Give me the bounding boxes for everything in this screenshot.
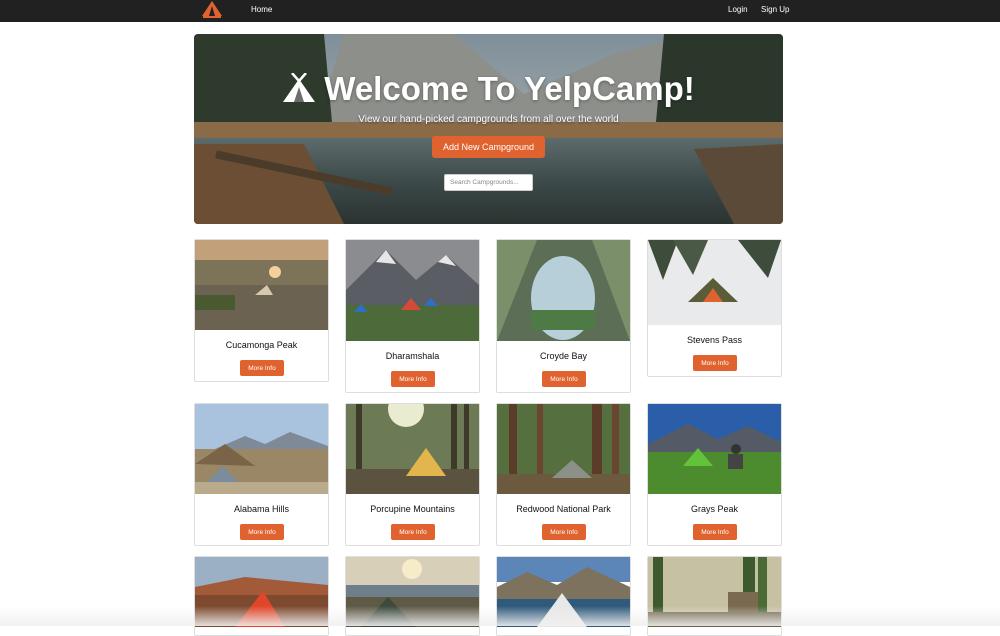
campground-name: Cucamonga Peak — [225, 340, 298, 350]
add-campground-button[interactable]: Add New Campground — [432, 136, 545, 158]
campground-card: Alabama Hills More Info — [194, 403, 329, 546]
campground-card: Cucamonga Peak More Info — [194, 239, 329, 382]
campground-name: Porcupine Mountains — [370, 504, 455, 514]
campground-image — [497, 404, 630, 494]
nav-home-link[interactable]: Home — [251, 5, 272, 14]
campground-card: Porcupine Mountains More Info — [345, 403, 480, 546]
campground-name: Redwood National Park — [516, 504, 611, 514]
hero-banner: Welcome To YelpCamp! View our hand-picke… — [194, 34, 783, 224]
campground-name: Stevens Pass — [686, 335, 743, 345]
more-info-button[interactable]: More Info — [391, 524, 435, 540]
more-info-button[interactable]: More Info — [240, 524, 284, 540]
more-info-button[interactable]: More Info — [542, 524, 586, 540]
campground-image — [195, 404, 328, 494]
campground-card: Croyde Bay More Info — [496, 239, 631, 393]
campground-image — [346, 404, 479, 494]
more-info-button[interactable]: More Info — [542, 371, 586, 387]
hero-background-image — [194, 34, 783, 224]
more-info-button[interactable]: More Info — [693, 355, 737, 371]
campground-name: Alabama Hills — [233, 504, 290, 514]
search-input[interactable] — [444, 174, 533, 191]
bottom-fade — [0, 606, 1000, 626]
hero-title: Welcome To YelpCamp! — [194, 70, 783, 111]
navbar: Home Login Sign Up — [0, 0, 1000, 22]
campground-card: Stevens Pass More Info — [647, 239, 782, 377]
more-info-button[interactable]: More Info — [240, 360, 284, 376]
more-info-button[interactable]: More Info — [693, 524, 737, 540]
tent-logo-icon[interactable] — [200, 0, 224, 20]
tent-icon — [282, 72, 316, 111]
nav-login-link[interactable]: Login — [728, 5, 748, 14]
campground-name: Croyde Bay — [539, 351, 588, 361]
more-info-button[interactable]: More Info — [391, 371, 435, 387]
campground-name: Dharamshala — [385, 351, 440, 361]
campground-image — [497, 240, 630, 341]
campground-image — [195, 240, 328, 330]
campground-name: Grays Peak — [690, 504, 739, 514]
campground-card: Dharamshala More Info — [345, 239, 480, 393]
campground-image — [648, 404, 781, 494]
campground-image — [648, 240, 781, 325]
campground-card: Redwood National Park More Info — [496, 403, 631, 546]
campground-card: Grays Peak More Info — [647, 403, 782, 546]
nav-signup-link[interactable]: Sign Up — [761, 5, 789, 14]
hero-subtitle: View our hand-picked campgrounds from al… — [358, 114, 619, 125]
campground-image — [346, 240, 479, 341]
hero-title-text: Welcome To YelpCamp! — [324, 70, 695, 107]
